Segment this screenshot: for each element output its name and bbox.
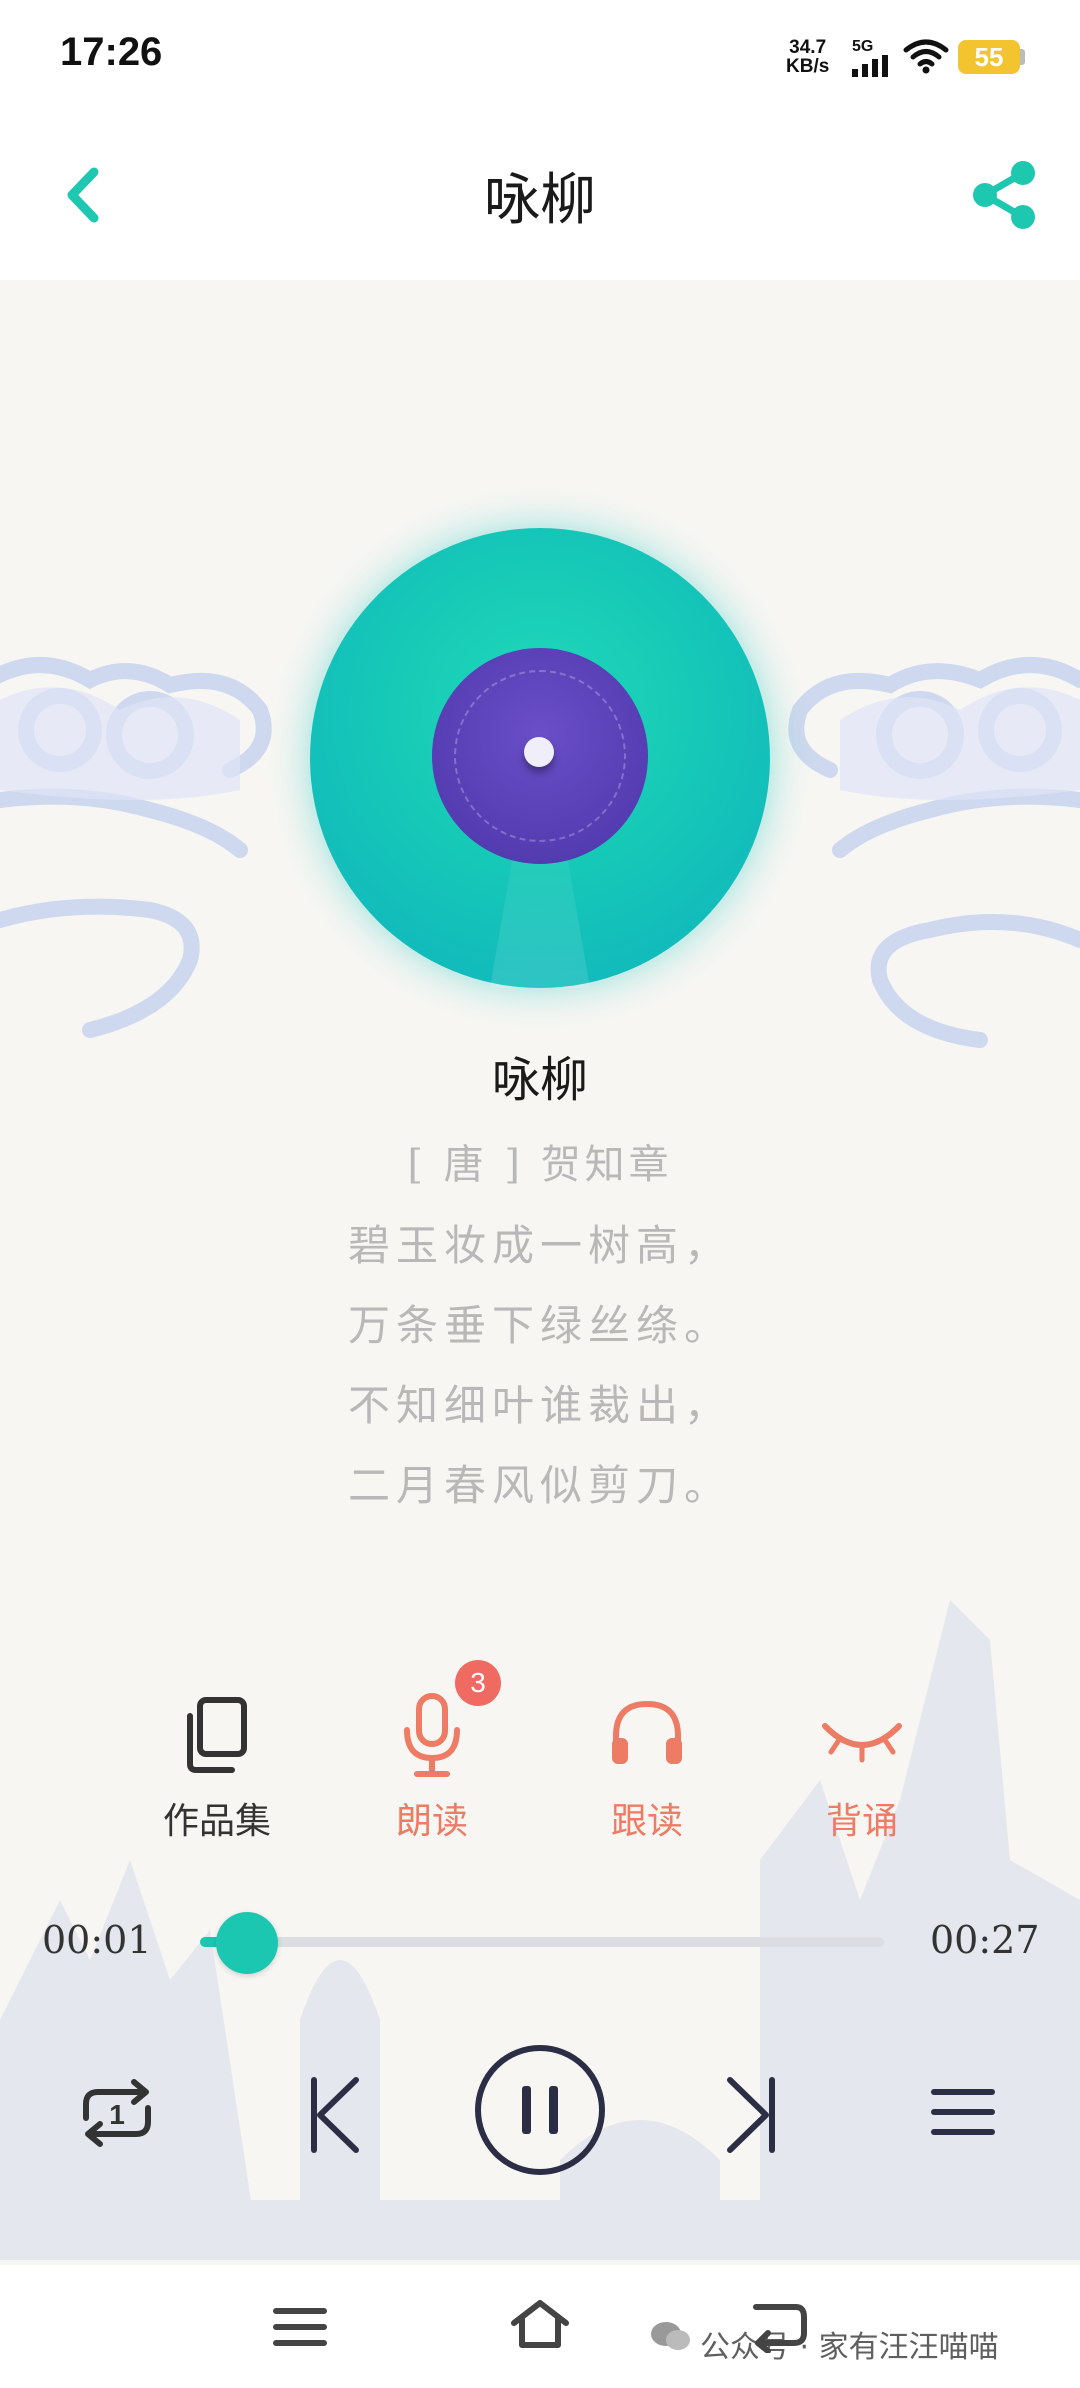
recite-button[interactable]: 背诵 [777,1690,947,1844]
share-button[interactable] [965,155,1045,235]
read-aloud-button[interactable]: 3 朗读 [347,1660,517,1844]
repeat-one-digit: 1 [109,2099,125,2130]
current-time: 00:01 [42,1918,152,1962]
signal-icon [852,55,888,77]
pause-icon [522,2086,558,2134]
next-button[interactable] [716,2070,786,2160]
wifi-icon [903,39,949,74]
battery-tip [1020,49,1025,65]
status-time: 17:26 [60,30,163,74]
watermark: 公众号 · 家有汪汪喵喵 [700,2330,999,2365]
read-aloud-label: 朗读 [395,1801,468,1842]
follow-read-button[interactable]: 跟读 [562,1690,732,1844]
poem-line: 碧玉妆成一树高， [347,1221,732,1270]
read-aloud-count-badge: 3 [455,1660,501,1706]
battery-indicator: 55 [958,40,1020,74]
network-speed: 34.7 KB/s [786,38,829,76]
poem-line: 不知细叶谁裁出， [347,1381,732,1430]
previous-icon [311,2077,359,2153]
signal-label: 5G [852,38,874,55]
closed-eye-icon [822,1723,902,1763]
recite-label: 背诵 [825,1801,898,1842]
network-speed-unit: KB/s [786,56,830,77]
share-icon [973,161,1035,229]
wechat-icon [651,2322,690,2350]
home-icon [511,2300,569,2348]
status-bar: 17:26 34.7 KB/s 5G 55 [0,0,1080,115]
total-time: 00:27 [930,1918,1040,1962]
menu-list-icon [931,2089,995,2135]
recent-apps-icon [273,2308,327,2346]
cloud-left-decoration [0,657,272,1038]
recent-apps-button[interactable] [272,2305,328,2349]
headphones-icon [612,1700,682,1764]
poem-title: 咏柳 [491,1052,588,1108]
playlist-button[interactable] [928,2082,998,2142]
previous-button[interactable] [300,2070,370,2160]
poem-line: 万条垂下绿丝绦。 [347,1301,732,1350]
poem-line: 二月春风似剪刀。 [347,1461,732,1510]
cloud-right-decoration [788,657,1080,1048]
follow-read-label: 跟读 [610,1801,683,1842]
collection-button[interactable]: 作品集 [132,1690,302,1844]
network-speed-value: 34.7 [789,37,827,58]
progress-thumb[interactable] [216,1912,279,1974]
page-title: 咏柳 [484,168,596,233]
record-hub [524,737,554,767]
next-icon [727,2077,775,2153]
microphone-icon [404,1693,460,1777]
home-button[interactable] [508,2297,572,2353]
collection-label: 作品集 [162,1801,271,1842]
pause-button[interactable] [472,2042,608,2178]
poem-author: [ 唐 ] 贺知章 [407,1142,673,1188]
repeat-one-button[interactable]: 1 [72,2078,162,2148]
collection-icon [187,1697,247,1773]
progress-track[interactable] [200,1937,884,1947]
